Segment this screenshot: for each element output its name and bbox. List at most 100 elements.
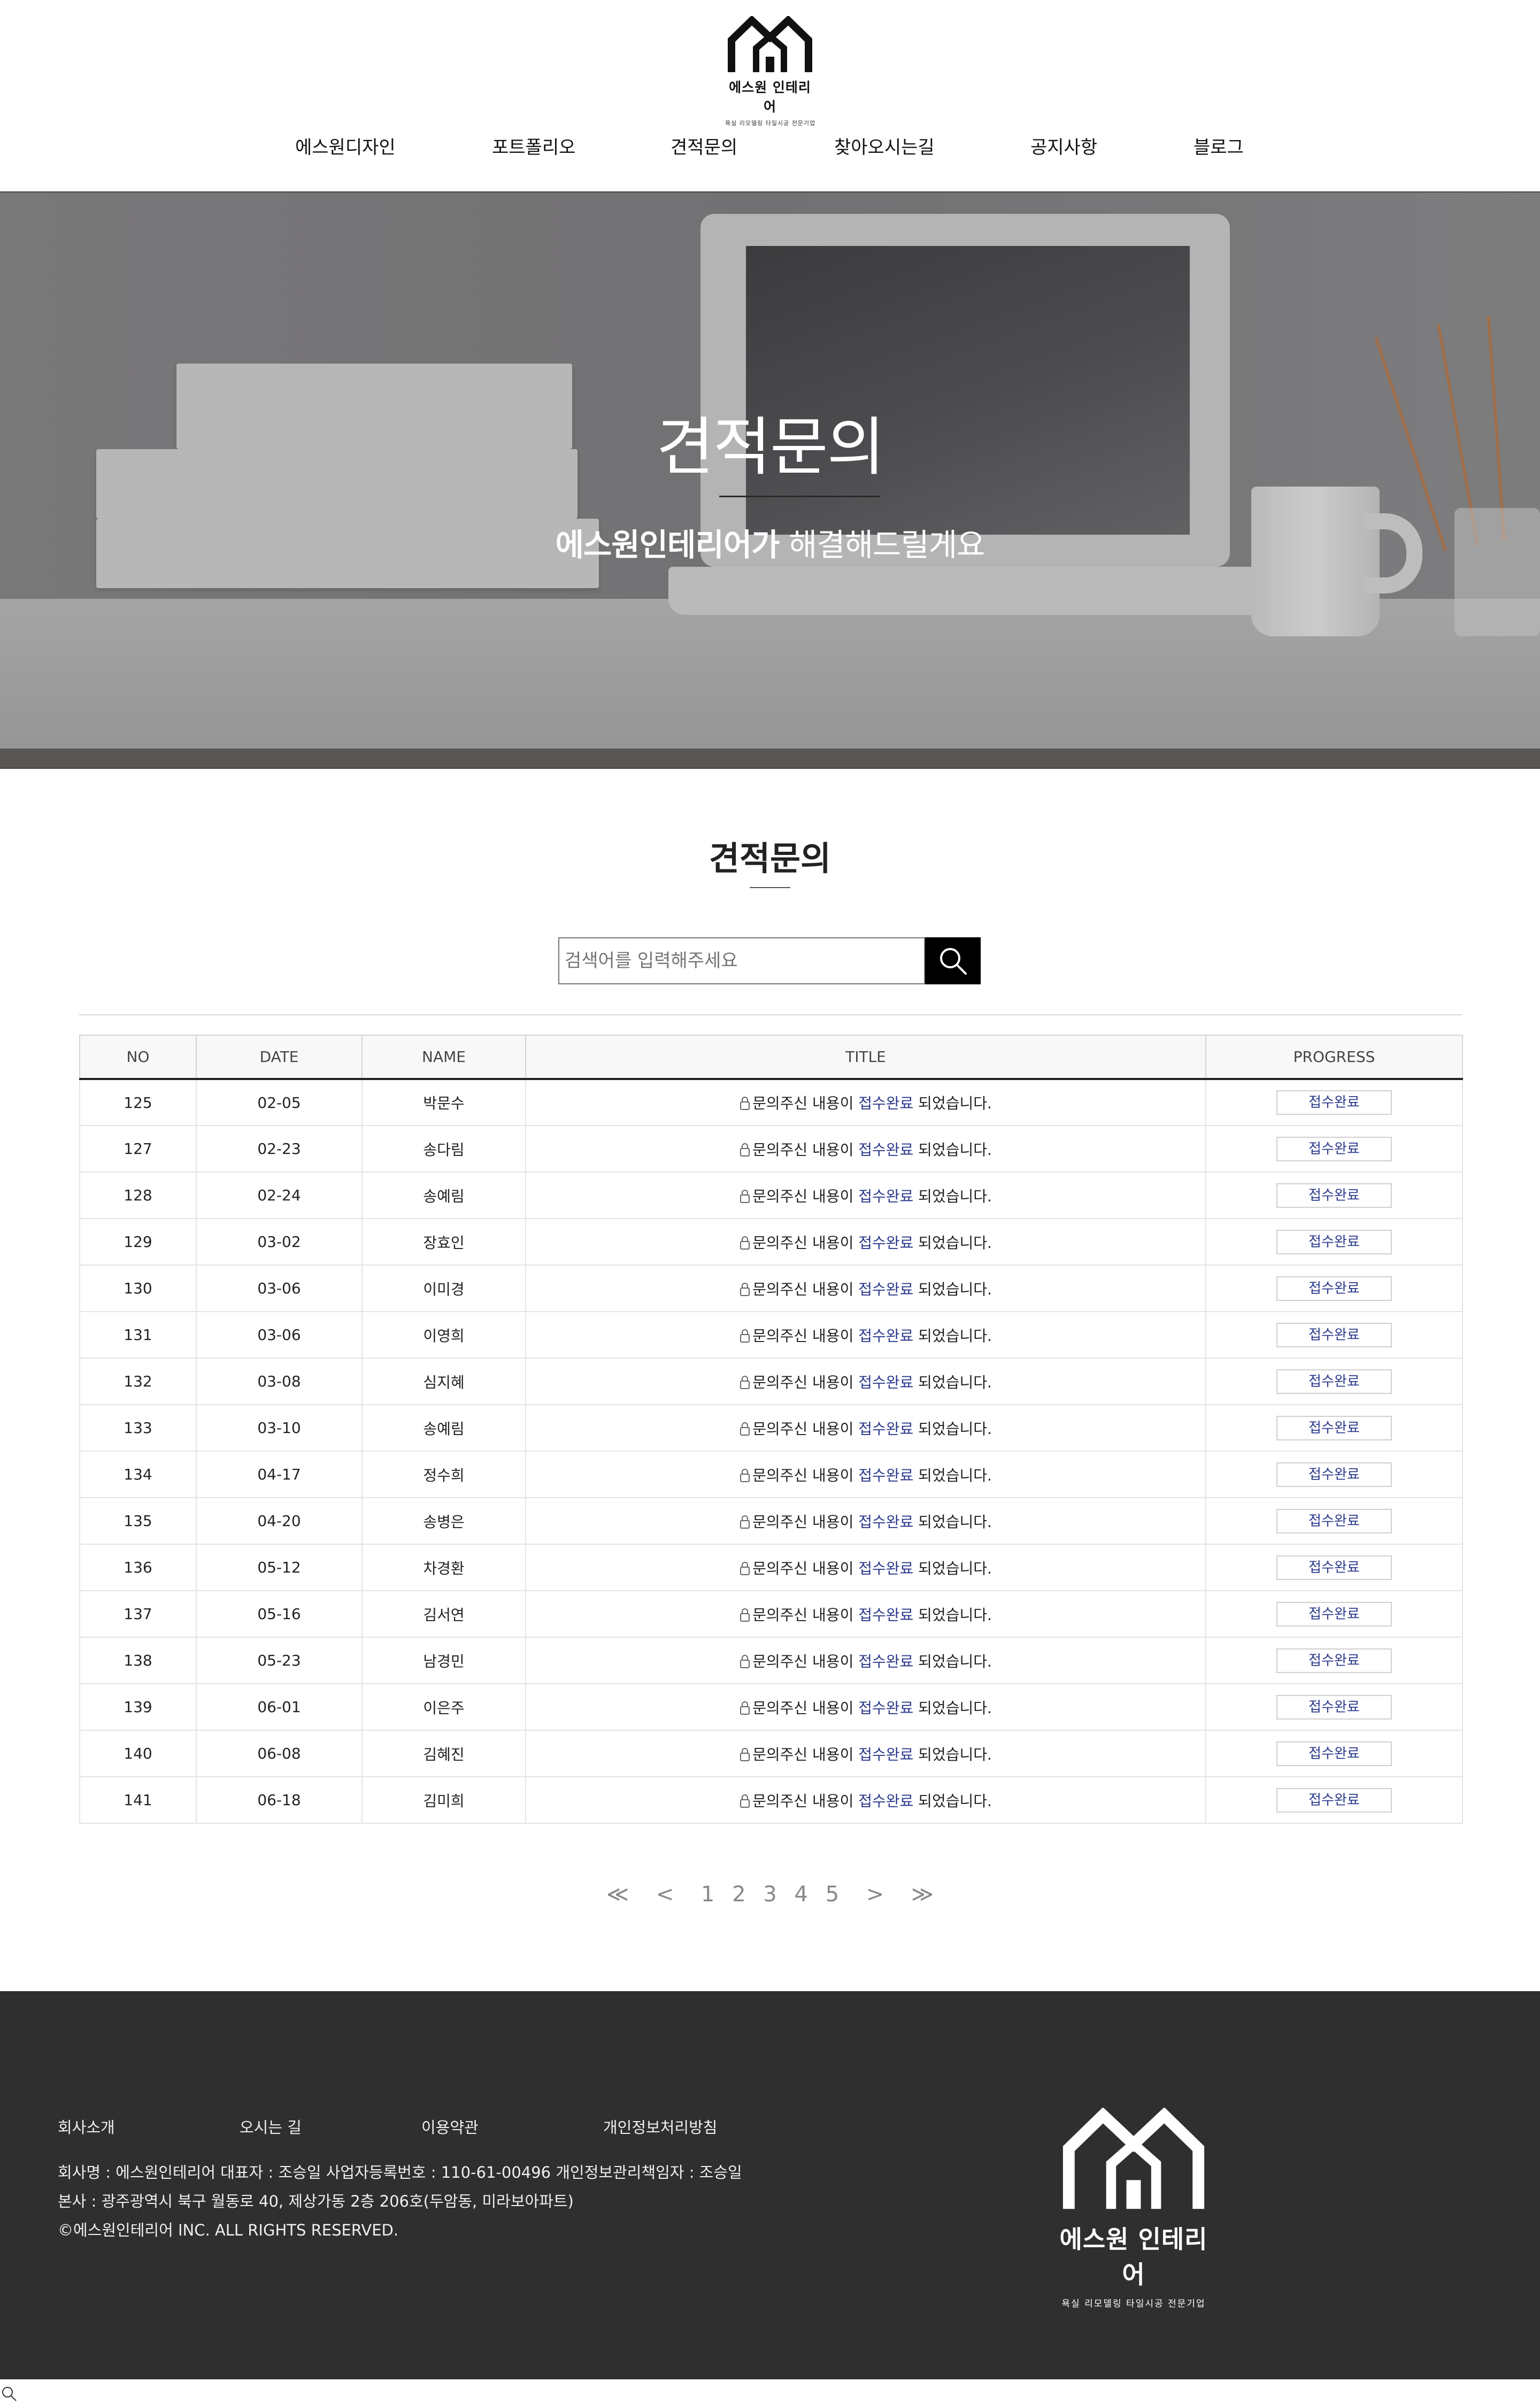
table-row[interactable]: 131 03-06 이영희 문의주신 내용이 접수완료 되었습니다. 접수완료 [79,1311,1463,1359]
table-row[interactable]: 128 02-24 송예림 문의주신 내용이 접수완료 되었습니다. 접수완료 [79,1171,1463,1219]
page-number-3[interactable]: 3 [763,1882,776,1907]
cell-title[interactable]: 문의주신 내용이 접수완료 되었습니다. [525,1637,1206,1684]
title-suffix: 되었습니다. [913,1420,992,1438]
cell-progress: 접수완료 [1205,1590,1463,1638]
title-prefix: 문의주신 내용이 [752,1327,859,1345]
nav-item-portfolio[interactable]: 포트폴리오 [492,133,575,159]
hero-title: 견적문의 [656,410,885,484]
table-row[interactable]: 135 04-20 송병은 문의주신 내용이 접수완료 되었습니다. 접수완료 [79,1497,1463,1545]
cell-title[interactable]: 문의주신 내용이 접수완료 되었습니다. [525,1078,1206,1126]
table-row[interactable]: 130 03-06 이미경 문의주신 내용이 접수완료 되었습니다. 접수완료 [79,1265,1463,1312]
cell-no: 127 [79,1125,197,1173]
cell-title[interactable]: 문의주신 내용이 접수완료 되었습니다. [525,1171,1206,1219]
title-prefix: 문의주신 내용이 [752,1699,859,1717]
page-prev-button[interactable]: < [656,1882,674,1907]
cell-date: 06-08 [196,1730,363,1777]
site-logo[interactable]: 에스원 인테리어 욕실 리모델링 타일시공 전문기업 [725,16,815,127]
title-prefix: 문의주신 내용이 [752,1373,859,1391]
cell-title[interactable]: 문의주신 내용이 접수완료 되었습니다. [525,1218,1206,1266]
nav-item-notice[interactable]: 공지사항 [1030,133,1097,159]
table-row[interactable]: 132 03-08 심지혜 문의주신 내용이 접수완료 되었습니다. 접수완료 [79,1358,1463,1405]
table-row[interactable]: 134 04-17 정수희 문의주신 내용이 접수완료 되었습니다. 접수완료 [79,1451,1463,1498]
cell-title[interactable]: 문의주신 내용이 접수완료 되었습니다. [525,1451,1206,1498]
title-suffix: 되었습니다. [913,1140,992,1159]
status-badge[interactable]: 접수완료 [1276,1183,1392,1208]
table-row[interactable]: 137 05-16 김서연 문의주신 내용이 접수완료 되었습니다. 접수완료 [79,1590,1463,1638]
table-row[interactable]: 125 02-05 박문수 문의주신 내용이 접수완료 되었습니다. 접수완료 [79,1078,1463,1126]
title-highlight: 접수완료 [858,1559,914,1577]
cell-title[interactable]: 문의주신 내용이 접수완료 되었습니다. [525,1776,1206,1824]
page-number-5[interactable]: 5 [826,1882,839,1907]
nav-item-directions[interactable]: 찾아오시는길 [834,133,935,159]
page-number-2[interactable]: 2 [732,1882,745,1907]
table-row[interactable]: 136 05-12 차경환 문의주신 내용이 접수완료 되었습니다. 접수완료 [79,1544,1463,1591]
cell-date: 04-20 [196,1497,363,1545]
status-badge[interactable]: 접수완료 [1276,1462,1392,1487]
status-badge[interactable]: 접수완료 [1276,1741,1392,1766]
table-row[interactable]: 133 03-10 송예림 문의주신 내용이 접수완료 되었습니다. 접수완료 [79,1404,1463,1452]
title-suffix: 되었습니다. [913,1373,992,1391]
status-badge[interactable]: 접수완료 [1276,1601,1392,1627]
page-last-button[interactable]: ≫ [911,1882,934,1907]
table-row[interactable]: 129 03-02 장효인 문의주신 내용이 접수완료 되었습니다. 접수완료 [79,1218,1463,1266]
cell-no: 136 [79,1544,197,1591]
status-badge[interactable]: 접수완료 [1276,1694,1392,1720]
status-badge[interactable]: 접수완료 [1276,1229,1392,1254]
lock-icon [740,1701,750,1715]
table-row[interactable]: 140 06-08 김혜진 문의주신 내용이 접수완료 되었습니다. 접수완료 [79,1730,1463,1777]
cell-title[interactable]: 문의주신 내용이 접수완료 되었습니다. [525,1125,1206,1173]
estimate-table: NO DATE NAME TITLE PROGRESS 125 02-05 박문수 문… [79,1035,1463,1824]
search-button[interactable] [925,937,981,984]
nav-item-estimate[interactable]: 견적문의 [671,133,737,159]
status-badge[interactable]: 접수완료 [1276,1369,1392,1394]
search-icon[interactable] [1,2386,17,2402]
footer-address: 본사 : 광주광역시 북구 월동로 40, 제상가동 2층 206호(두암동, … [58,2192,574,2210]
cell-title[interactable]: 문의주신 내용이 접수완료 되었습니다. [525,1730,1206,1777]
title-suffix: 되었습니다. [913,1513,992,1531]
footer-link-privacy[interactable]: 개인정보처리방침 [603,2115,717,2138]
cell-title[interactable]: 문의주신 내용이 접수완료 되었습니다. [525,1311,1206,1359]
page-first-button[interactable]: ≪ [606,1882,629,1907]
status-badge[interactable]: 접수완료 [1276,1415,1392,1440]
status-badge[interactable]: 접수완료 [1276,1508,1392,1533]
title-prefix: 문의주신 내용이 [752,1094,859,1112]
cell-title[interactable]: 문의주신 내용이 접수완료 되었습니다. [525,1590,1206,1638]
footer-logo[interactable]: 에스원 인테리어 욕실 리모델링 타일시공 전문기업 [1056,2107,1211,2309]
cell-progress: 접수완료 [1205,1497,1463,1545]
cell-date: 06-01 [196,1683,363,1731]
page-next-button[interactable]: > [866,1882,884,1907]
status-badge[interactable]: 접수완료 [1276,1136,1392,1161]
footer-link-directions[interactable]: 오시는 길 [240,2115,302,2138]
status-badge[interactable]: 접수완료 [1276,1322,1392,1347]
cell-title[interactable]: 문의주신 내용이 접수완료 되었습니다. [525,1358,1206,1405]
nav-item-esone-design[interactable]: 에스원디자인 [295,133,396,159]
footer-link-terms[interactable]: 이용약관 [421,2115,479,2138]
status-badge[interactable]: 접수완료 [1276,1090,1392,1115]
cell-title[interactable]: 문의주신 내용이 접수완료 되었습니다. [525,1497,1206,1545]
col-header-progress: PROGRESS [1205,1035,1463,1080]
table-row[interactable]: 139 06-01 이은주 문의주신 내용이 접수완료 되었습니다. 접수완료 [79,1683,1463,1731]
table-row[interactable]: 127 02-23 송다림 문의주신 내용이 접수완료 되었습니다. 접수완료 [79,1125,1463,1173]
cell-no: 129 [79,1218,197,1266]
status-badge[interactable]: 접수완료 [1276,1787,1392,1813]
status-badge[interactable]: 접수완료 [1276,1555,1392,1580]
cell-progress: 접수완료 [1205,1451,1463,1498]
search-input[interactable] [558,937,925,984]
col-header-title: TITLE [525,1035,1206,1080]
footer-link-about[interactable]: 회사소개 [58,2115,115,2138]
page-number-1[interactable]: 1 [701,1882,714,1907]
table-row[interactable]: 138 05-23 남경민 문의주신 내용이 접수완료 되었습니다. 접수완료 [79,1637,1463,1684]
page-number-4[interactable]: 4 [794,1882,807,1907]
status-badge[interactable]: 접수완료 [1276,1276,1392,1301]
lock-icon [740,1561,750,1575]
table-row[interactable]: 141 06-18 김미희 문의주신 내용이 접수완료 되었습니다. 접수완료 [79,1776,1463,1824]
title-suffix: 되었습니다. [913,1745,992,1763]
cell-title[interactable]: 문의주신 내용이 접수완료 되었습니다. [525,1683,1206,1731]
status-badge[interactable]: 접수완료 [1276,1648,1392,1673]
hero-divider [719,496,880,497]
cell-title[interactable]: 문의주신 내용이 접수완료 되었습니다. [525,1404,1206,1452]
cell-name: 정수희 [361,1451,526,1498]
cell-title[interactable]: 문의주신 내용이 접수완료 되었습니다. [525,1265,1206,1312]
cell-title[interactable]: 문의주신 내용이 접수완료 되었습니다. [525,1544,1206,1591]
nav-item-blog[interactable]: 블로그 [1194,133,1244,159]
